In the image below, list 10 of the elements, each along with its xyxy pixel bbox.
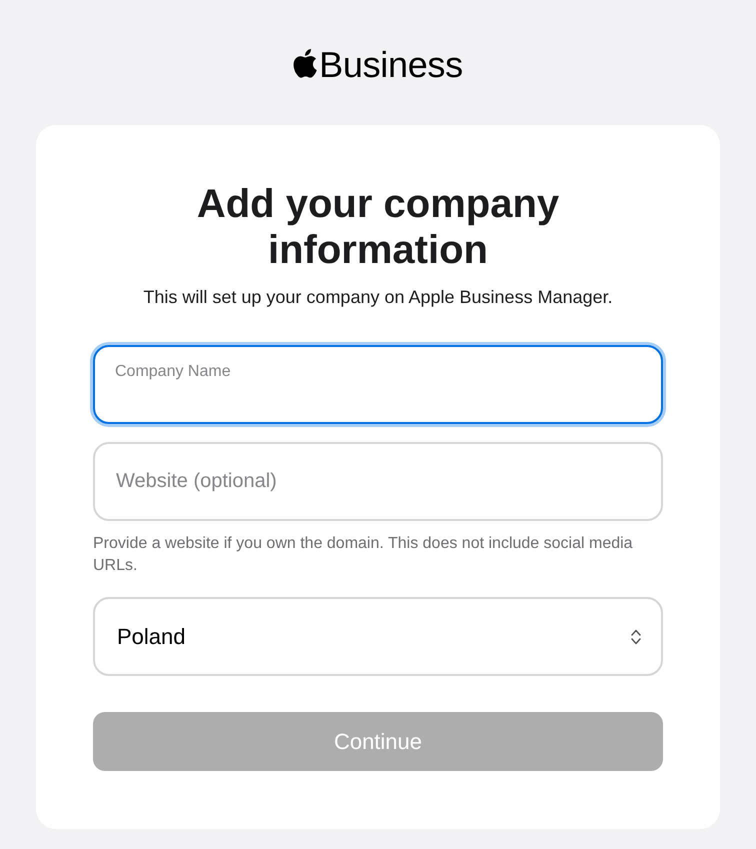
input-field[interactable]: Website (optional): [93, 442, 663, 521]
page-title: Add your company information: [196, 181, 560, 273]
apple-icon: [293, 48, 318, 78]
help-text: Provide a website if you own the domain. This does not include social media URLs.: [93, 534, 634, 576]
field-label: Company Name: [115, 362, 231, 382]
chevron-up-down-icon: [631, 628, 641, 644]
input-field[interactable]: Company Name: [93, 345, 663, 424]
logo-text: Business: [319, 44, 463, 86]
country-select[interactable]: Poland: [93, 597, 663, 676]
page-subtitle: This will set up your company on Apple Business Manager.: [142, 286, 614, 309]
